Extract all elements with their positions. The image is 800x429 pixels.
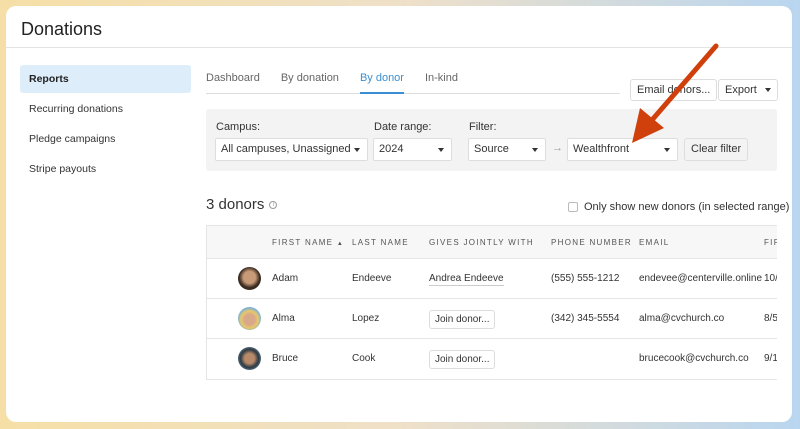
annotation-arrow-icon <box>632 43 719 143</box>
